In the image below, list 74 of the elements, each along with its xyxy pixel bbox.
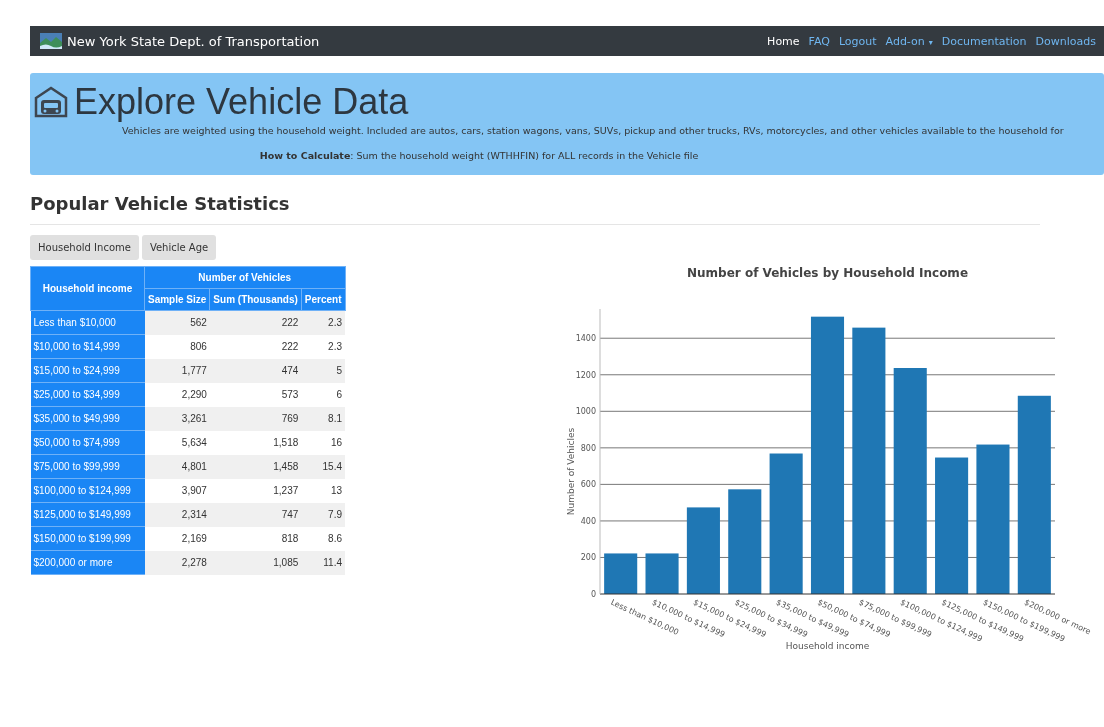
logo-icon (40, 33, 62, 49)
row-header-cell: $75,000 to $99,999 (30, 454, 145, 479)
row-header-cell: $150,000 to $199,999 (30, 526, 145, 551)
row-header-cell: $125,000 to $149,999 (30, 502, 145, 527)
row-header-cell: $35,000 to $49,999 (30, 406, 145, 431)
table-cell: 806 (144, 334, 210, 359)
row-header-cell: $10,000 to $14,999 (30, 334, 145, 359)
table-cell: 13 (301, 478, 345, 503)
table-cell: 11.4 (301, 550, 345, 575)
table-cell: 2,314 (144, 502, 210, 527)
table-cell: 3,261 (144, 406, 210, 431)
table-cell: 2.3 (301, 310, 345, 335)
table-cell: 1,777 (144, 358, 210, 383)
table-cell: 818 (209, 526, 302, 551)
nav-link[interactable]: Downloads (1035, 34, 1096, 48)
table-cell: 2.3 (301, 334, 345, 359)
nav-link[interactable]: Documentation (941, 34, 1027, 48)
chart-title: Number of Vehicles by Household Income (687, 266, 968, 280)
nav-link[interactable]: Logout (838, 34, 877, 48)
table-cell: 769 (209, 406, 302, 431)
column-header: Household income (30, 266, 145, 311)
table-cell: 222 (209, 334, 302, 359)
nav-link[interactable]: Home (767, 34, 800, 48)
table-cell: 4,801 (144, 454, 210, 479)
table-cell: 2,278 (144, 550, 210, 575)
page-title: Explore Vehicle Data (74, 81, 409, 123)
caret-icon: ▾ (928, 37, 933, 47)
table-cell: 573 (209, 382, 302, 407)
table-cell: 8.1 (301, 406, 345, 431)
y-tick-label: 600 (580, 480, 596, 490)
y-tick-label: 200 (580, 553, 596, 563)
y-tick-label: 800 (580, 443, 596, 453)
bar (604, 553, 638, 594)
garage-icon (34, 86, 68, 118)
table-cell: 3,907 (144, 478, 210, 503)
row-header-cell: $200,000 or more (30, 550, 145, 575)
table-cell: 5,634 (144, 430, 210, 455)
table-cell: 15.4 (301, 454, 345, 479)
table-cell: 474 (209, 358, 302, 383)
table-cell: 16 (301, 430, 345, 455)
table-cell: 6 (301, 382, 345, 407)
table-cell: 2,290 (144, 382, 210, 407)
table-cell: 2,169 (144, 526, 210, 551)
table-cell: 222 (209, 310, 302, 335)
table-cell: 7.9 (301, 502, 345, 527)
brand-link[interactable]: New York State Dept. of Transportation (67, 33, 320, 49)
table-cell: 1,458 (209, 454, 302, 479)
y-tick-label: 1000 (575, 407, 596, 417)
table-cell: 1,237 (209, 478, 302, 503)
x-axis-title: Household income (785, 641, 870, 651)
table-cell: 5 (301, 358, 345, 383)
y-axis-title: Number of Vehicles (566, 427, 576, 516)
y-tick-label: 1200 (575, 370, 596, 380)
table-cell: 1,085 (209, 550, 302, 575)
y-tick-label: 0 (590, 590, 596, 599)
section-title: Popular Vehicle Statistics (30, 193, 291, 214)
calculation-note: How to Calculate: Sum the household weight (WTHHFIN) for ALL records in the Vehicle file (258, 150, 700, 161)
table-cell: 747 (209, 502, 302, 527)
y-tick-label: 400 (580, 516, 596, 526)
bar (645, 553, 679, 594)
row-header-cell: $100,000 to $124,999 (30, 478, 145, 503)
table-cell: 8.6 (301, 526, 345, 551)
category-button[interactable]: Household Income (30, 235, 139, 260)
row-header-cell: Less than $10,000 (30, 310, 145, 335)
row-header-cell: $25,000 to $34,999 (30, 382, 145, 407)
category-button[interactable]: Vehicle Age (141, 235, 217, 260)
y-tick-label: 1400 (575, 334, 596, 344)
row-header-cell: $50,000 to $74,999 (30, 430, 145, 455)
row-header-cell: $15,000 to $24,999 (30, 358, 145, 383)
description-text: Vehicles are weighted using the household weight. Included are autos, cars, station wagons, vans, SUVs, pickup and other trucks, RVs, motorcycles, and other vehicles available to the household for (122, 125, 1065, 136)
nav-link[interactable]: Add-on ▾ (885, 34, 933, 48)
table-cell: 1,518 (209, 430, 302, 455)
group-header: Number of Vehicles (144, 266, 345, 289)
nav-link[interactable]: FAQ (808, 34, 830, 48)
